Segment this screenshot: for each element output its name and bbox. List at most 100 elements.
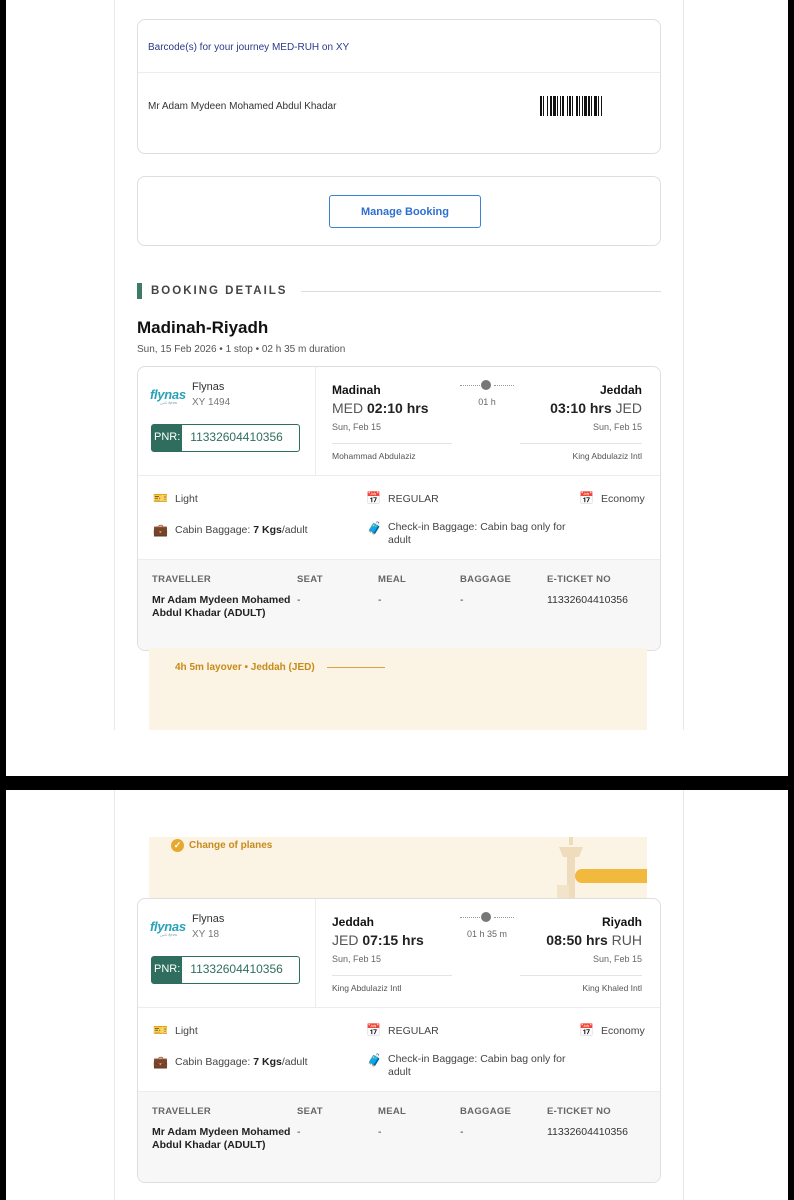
booking-details-header: BOOKING DETAILS xyxy=(137,283,661,299)
manage-booking-button[interactable]: Manage Booking xyxy=(329,195,481,228)
col-header-baggage: BAGGAGE xyxy=(460,574,512,585)
flight-duration: 01 h xyxy=(478,397,496,407)
manage-booking-card: Manage Booking xyxy=(137,176,661,246)
seat-value: - xyxy=(297,1126,301,1138)
departure-date: Sun, Feb 15 xyxy=(332,422,382,432)
airline-name: Flynas xyxy=(192,381,225,393)
flight-number: XY 1494 xyxy=(192,397,231,408)
change-of-planes: ✓ Change of planes xyxy=(171,839,272,852)
barcode-card: Barcode(s) for your journey MED-RUH on X… xyxy=(137,19,661,154)
luggage-icon: 🧳 xyxy=(367,521,382,535)
airline-logo: flynas ناس flynas xyxy=(150,919,186,937)
flight-segment-card: flynas ناس flynas Flynas XY 18 PNR: 11332… xyxy=(137,898,661,1183)
email-content-column: Barcode(s) for your journey MED-RUH on X… xyxy=(114,0,684,730)
section-accent-bar xyxy=(137,283,142,299)
clock-icon xyxy=(481,380,491,390)
pnr-label: PNR: xyxy=(152,957,183,983)
fare-type: Light xyxy=(175,493,198,505)
arrival-city: Riyadh xyxy=(601,915,642,929)
cabin-class: Economy xyxy=(601,1025,645,1037)
layover-banner: 4h 5m layover • Jeddah (JED) xyxy=(149,648,647,730)
divider xyxy=(138,475,660,476)
flight-segment-card: flynas ناس flynas Flynas XY 1494 PNR: 113… xyxy=(137,366,661,651)
traveller-table: TRAVELLER SEAT MEAL BAGGAGE E-TICKET NO … xyxy=(138,1091,660,1182)
duration-indicator xyxy=(460,912,514,922)
duration-indicator xyxy=(460,380,514,390)
luggage-icon: 🧳 xyxy=(367,1053,382,1067)
route-summary: Sun, 15 Feb 2026 • 1 stop • 02 h 35 m du… xyxy=(137,344,346,355)
col-header-eticket: E-TICKET NO xyxy=(547,1106,611,1117)
calendar-icon: 📅 xyxy=(366,491,381,505)
briefcase-icon: 💼 xyxy=(153,523,168,537)
calendar-icon: 📅 xyxy=(579,1023,594,1037)
arrival-time: 08:50 hrs RUH xyxy=(546,932,642,948)
email-content-column: ✓ Change of planes flynas ناس flynas Flyn… xyxy=(114,790,684,1200)
meal-value: - xyxy=(378,1126,382,1138)
barcode-title: Barcode(s) for your journey MED-RUH on X… xyxy=(148,42,350,53)
check-circle-icon: ✓ xyxy=(171,839,184,852)
pnr-box: PNR: 11332604410356 xyxy=(151,424,300,452)
col-header-meal: MEAL xyxy=(378,574,407,585)
departure-airport: Mohammad Abdulaziz xyxy=(332,451,416,461)
layover-banner: ✓ Change of planes xyxy=(149,837,647,899)
arrival-date: Sun, Feb 15 xyxy=(592,954,642,964)
arrival-city: Jeddah xyxy=(599,383,642,397)
calendar-icon: 📅 xyxy=(366,1023,381,1037)
divider xyxy=(520,975,642,976)
departure-city: Jeddah xyxy=(332,915,375,929)
divider xyxy=(138,1007,660,1008)
airline-name: Flynas xyxy=(192,913,225,925)
departure-time: JED 07:15 hrs xyxy=(332,932,424,948)
divider xyxy=(315,899,316,1007)
barcode-passenger-name: Mr Adam Mydeen Mohamed Abdul Khadar xyxy=(148,101,337,112)
pnr-value: 11332604410356 xyxy=(190,962,283,976)
checkin-baggage: Check-in Baggage: Cabin bag only for adu… xyxy=(388,521,566,546)
flight-duration: 01 h 35 m xyxy=(466,929,508,939)
cabin-baggage: Cabin Baggage: 7 Kgs/adult xyxy=(175,1056,308,1068)
eticket-value: 11332604410356 xyxy=(547,1126,628,1138)
baggage-value: - xyxy=(460,594,464,606)
control-tower-icon xyxy=(557,837,583,899)
ticket-icon: 🎫 xyxy=(153,1023,168,1037)
departure-time: MED 02:10 hrs xyxy=(332,400,429,416)
col-header-eticket: E-TICKET NO xyxy=(547,574,611,585)
divider xyxy=(520,443,642,444)
arrival-airport: King Khaled Intl xyxy=(582,983,642,993)
departure-city: Madinah xyxy=(332,383,381,397)
baggage-value: - xyxy=(460,1126,464,1138)
col-header-traveller: TRAVELLER xyxy=(152,1106,211,1117)
departure-airport: King Abdulaziz Intl xyxy=(332,983,402,993)
pnr-label: PNR: xyxy=(152,425,183,451)
divider xyxy=(315,367,316,475)
col-header-seat: SEAT xyxy=(297,574,323,585)
traveller-table: TRAVELLER SEAT MEAL BAGGAGE E-TICKET NO … xyxy=(138,559,660,650)
cabin-class: Economy xyxy=(601,493,645,505)
airline-logo: flynas ناس flynas xyxy=(150,387,186,405)
checkin-baggage: Check-in Baggage: Cabin bag only for adu… xyxy=(388,1053,566,1078)
divider xyxy=(138,72,660,73)
col-header-traveller: TRAVELLER xyxy=(152,574,211,585)
section-heading: BOOKING DETAILS xyxy=(151,285,288,297)
eticket-value: 11332604410356 xyxy=(547,594,628,606)
barcode-image xyxy=(540,96,632,116)
fare-class: REGULAR xyxy=(388,1025,439,1037)
col-header-baggage: BAGGAGE xyxy=(460,1106,512,1117)
route-title: Madinah-Riyadh xyxy=(137,318,269,337)
calendar-icon: 📅 xyxy=(579,491,594,505)
traveller-name: Mr Adam Mydeen Mohamed Abdul Khadar (ADU… xyxy=(152,1126,291,1151)
arrival-date: Sun, Feb 15 xyxy=(592,422,642,432)
divider xyxy=(301,291,661,292)
airplane-icon xyxy=(575,869,647,883)
fare-class: REGULAR xyxy=(388,493,439,505)
seat-value: - xyxy=(297,594,301,606)
divider xyxy=(332,443,452,444)
briefcase-icon: 💼 xyxy=(153,1055,168,1069)
arrival-time: 03:10 hrs JED xyxy=(550,400,642,416)
meal-value: - xyxy=(378,594,382,606)
divider xyxy=(327,667,385,668)
cabin-baggage: Cabin Baggage: 7 Kgs/adult xyxy=(175,524,308,536)
email-page-1: Barcode(s) for your journey MED-RUH on X… xyxy=(6,0,788,776)
pnr-value: 11332604410356 xyxy=(190,430,283,444)
departure-date: Sun, Feb 15 xyxy=(332,954,382,964)
col-header-seat: SEAT xyxy=(297,1106,323,1117)
